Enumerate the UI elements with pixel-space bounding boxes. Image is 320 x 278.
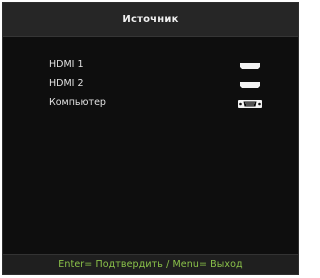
source-item-label: HDMI 1 (49, 59, 84, 70)
source-item-hdmi-1[interactable]: HDMI 1 (3, 57, 298, 76)
key-hint-bar: Enter= Подтвердить / Menu= Выход (3, 254, 298, 274)
vga-port-icon (238, 100, 262, 108)
source-item-hdmi-2[interactable]: HDMI 2 (3, 76, 298, 95)
hdmi-port-icon (240, 82, 260, 88)
source-menu: Источник HDMI 1 HDMI 2 Компьютер Enter= … (2, 2, 299, 275)
hdmi-port-icon (240, 63, 260, 69)
menu-title: Источник (122, 14, 179, 25)
source-item-computer[interactable]: Компьютер (3, 95, 298, 114)
source-item-label: Компьютер (49, 97, 106, 108)
source-list: HDMI 1 HDMI 2 Компьютер (3, 57, 298, 114)
menu-title-bar: Источник (3, 3, 298, 37)
key-hint-text: Enter= Подтвердить / Menu= Выход (58, 259, 243, 270)
source-item-label: HDMI 2 (49, 78, 84, 89)
